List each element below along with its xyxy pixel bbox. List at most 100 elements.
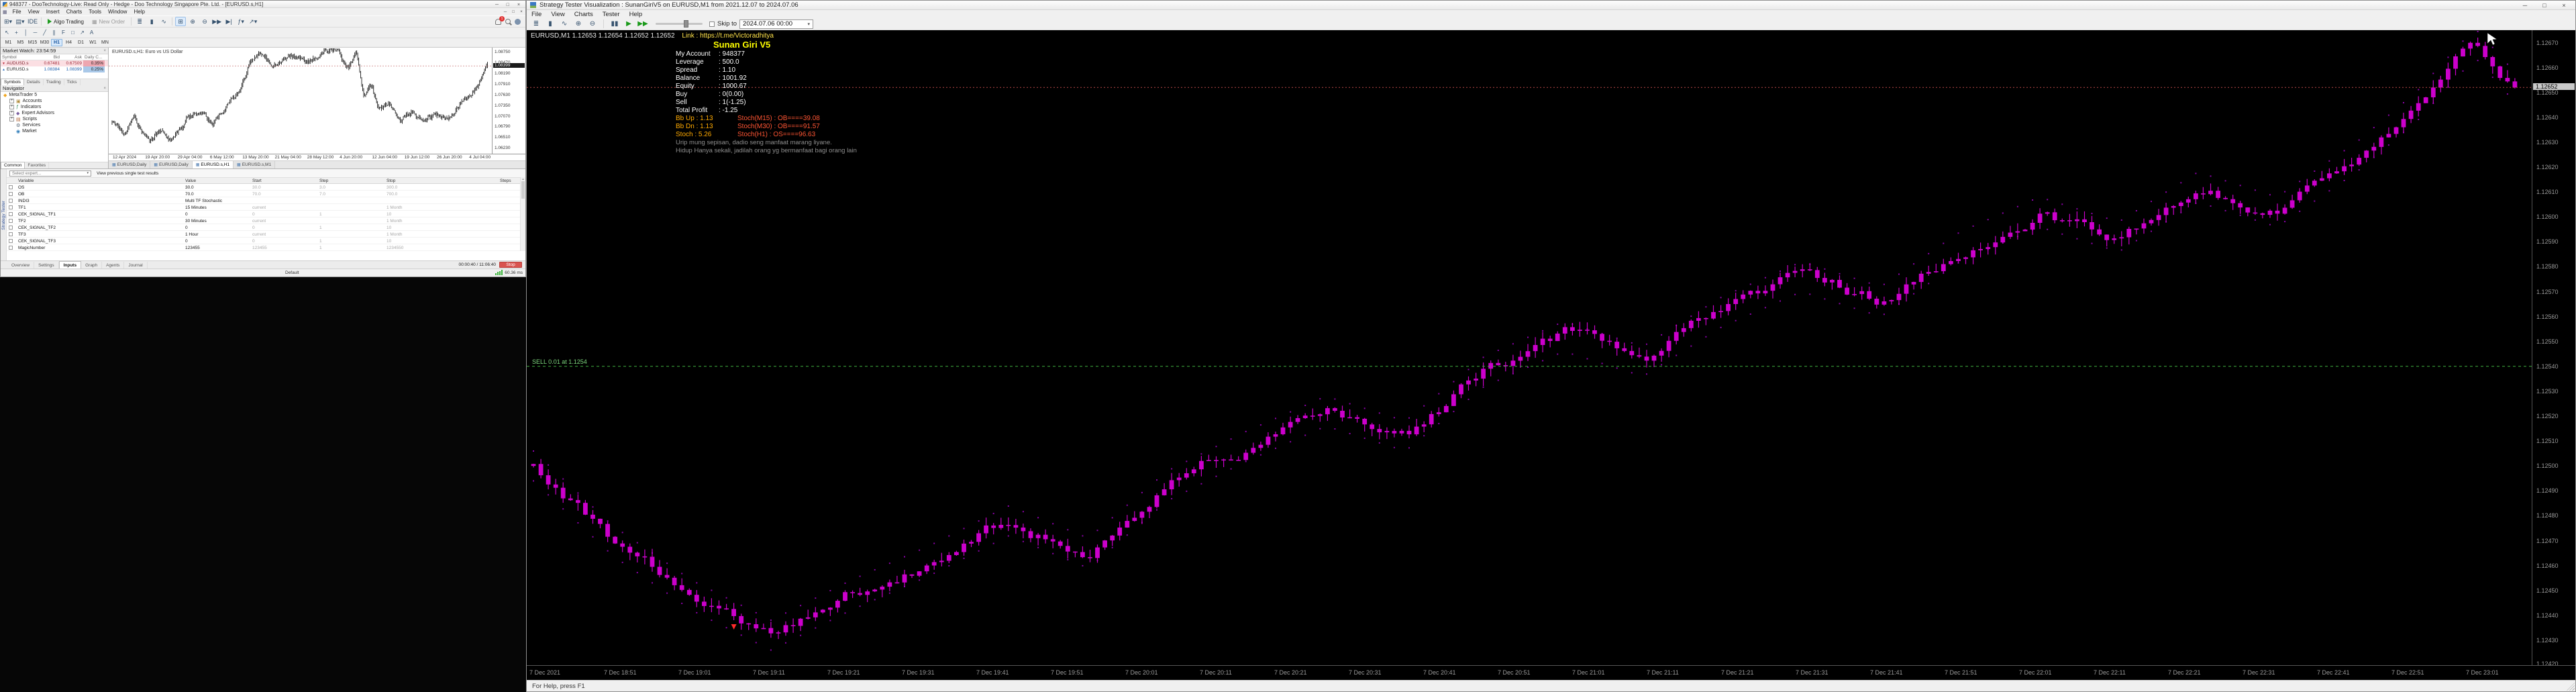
nav-tab-common[interactable]: Common bbox=[1, 162, 25, 168]
menu-insert[interactable]: Insert bbox=[43, 9, 63, 15]
timeframe-d1[interactable]: D1 bbox=[75, 39, 87, 46]
tester-tab-overview[interactable]: Overview bbox=[7, 261, 35, 269]
minimize-button[interactable]: ─ bbox=[2517, 2, 2533, 9]
menu-tools[interactable]: Tools bbox=[85, 9, 105, 15]
zoom-in-icon[interactable]: ⊕ bbox=[187, 17, 198, 26]
checkbox[interactable] bbox=[9, 232, 13, 236]
vertical-line-icon[interactable]: │ bbox=[21, 28, 30, 38]
speed-slider[interactable] bbox=[656, 20, 703, 28]
trendline-icon[interactable]: ╱ bbox=[40, 28, 49, 38]
menu-file[interactable]: File bbox=[527, 11, 546, 18]
chart-shift-icon[interactable]: ▶| bbox=[223, 17, 234, 26]
fast-forward-icon[interactable]: ▶▶ bbox=[637, 19, 649, 29]
search-icon[interactable] bbox=[505, 19, 511, 24]
menu-file[interactable]: File bbox=[9, 9, 25, 15]
price-axis[interactable]: 1.087501.084701.081901.079101.076301.073… bbox=[492, 48, 525, 154]
nav-item-market[interactable]: ◉ Market bbox=[1, 128, 108, 134]
nav-item-indicators[interactable]: + ƒ Indicators bbox=[1, 104, 108, 110]
horizontal-line-icon[interactable]: ─ bbox=[31, 28, 40, 38]
ide-button[interactable]: IDE bbox=[27, 17, 38, 26]
telegram-link[interactable]: Link : https://t.me/Victoradhitya bbox=[682, 32, 774, 40]
mw-tab-trading[interactable]: Trading bbox=[44, 79, 64, 85]
indicators-icon[interactable]: ƒ▾ bbox=[236, 17, 246, 26]
expand-icon[interactable]: + bbox=[9, 99, 14, 103]
chart-tab-1[interactable]: ▦ EURUSD,Daily bbox=[150, 161, 193, 168]
menu-window[interactable]: Window bbox=[105, 9, 130, 15]
chart-candles-icon[interactable]: ▮ bbox=[146, 17, 157, 26]
mw-tab-details[interactable]: Details bbox=[24, 79, 44, 85]
child-restore-button[interactable]: □ bbox=[509, 10, 517, 14]
checkbox[interactable] bbox=[9, 211, 13, 216]
nav-root-item[interactable]: ◆ MetaTrader 5 bbox=[1, 92, 108, 98]
mw-tab-ticks[interactable]: Ticks bbox=[64, 79, 81, 85]
expert-select[interactable]: Select expert... ▾ bbox=[9, 170, 91, 177]
checkbox[interactable] bbox=[9, 198, 13, 203]
zoom-in-icon[interactable]: ⊕ bbox=[572, 19, 584, 29]
tester-tab-journal[interactable]: Journal bbox=[124, 261, 148, 269]
nav-tab-favorites[interactable]: Favorites bbox=[25, 162, 50, 168]
stop-button[interactable]: Stop bbox=[499, 262, 522, 268]
price-axis[interactable]: 1.12670 1.12660 1.12650 1.12640 1.12630 1.126… bbox=[2532, 30, 2575, 665]
timeframe-h1[interactable]: H1 bbox=[51, 39, 62, 46]
tester-input-row[interactable]: OB 70.0 70.0 7.0 700.0 bbox=[7, 191, 520, 197]
tester-input-row[interactable]: CEK_SIGNAL_TF1 0 0 1 10 bbox=[7, 211, 520, 217]
fibonacci-icon[interactable]: F bbox=[59, 28, 68, 38]
tester-tab-agents[interactable]: Agents bbox=[102, 261, 125, 269]
checkbox[interactable] bbox=[9, 205, 13, 209]
checkbox[interactable] bbox=[9, 225, 13, 230]
restore-button[interactable]: □ bbox=[2536, 2, 2553, 9]
timeframe-w1[interactable]: W1 bbox=[87, 39, 99, 46]
nav-item-scripts[interactable]: + ▤ Scripts bbox=[1, 116, 108, 122]
timeframe-m1[interactable]: M1 bbox=[3, 39, 14, 46]
new-chart-icon[interactable]: ⊞▾ bbox=[3, 17, 13, 26]
expand-icon[interactable]: + bbox=[9, 117, 14, 121]
tester-tab-graph[interactable]: Graph bbox=[81, 261, 103, 269]
checkbox[interactable] bbox=[9, 185, 13, 189]
chart-bars-icon[interactable]: ≣ bbox=[134, 17, 145, 26]
child-close-button[interactable]: × bbox=[517, 10, 525, 14]
tester-input-row[interactable]: CEK_SIGNAL_TF3 0 0 1 10 bbox=[7, 238, 520, 244]
timeframe-m15[interactable]: M15 bbox=[27, 39, 38, 46]
scrollbar-thumb[interactable] bbox=[521, 181, 525, 199]
zoom-out-icon[interactable]: ⊖ bbox=[586, 19, 599, 29]
timeframe-m30[interactable]: M30 bbox=[39, 39, 50, 46]
chart-tab-3[interactable]: ▦ EURUSD.s,M1 bbox=[234, 161, 276, 168]
mt5-titlebar[interactable]: 948377 - DooTechnology-Live: Read Only -… bbox=[1, 1, 525, 8]
close-icon[interactable]: × bbox=[103, 49, 106, 53]
tile-windows-icon[interactable]: ⊞ bbox=[175, 17, 187, 26]
channel-icon[interactable]: ∥ bbox=[50, 28, 58, 38]
tester-input-row[interactable]: MagicNumber 123455 123455 1 1234550 bbox=[7, 244, 520, 251]
chart-line-icon[interactable]: ∿ bbox=[558, 19, 570, 29]
tester-vertical-tab[interactable]: Strategy Tester bbox=[1, 169, 7, 261]
timeframe-m5[interactable]: M5 bbox=[15, 39, 26, 46]
nav-item-accounts[interactable]: + ▣ Accounts bbox=[1, 98, 108, 104]
checkbox[interactable] bbox=[9, 191, 13, 196]
new-order-button[interactable]: ▦ New Order bbox=[89, 17, 128, 26]
close-button[interactable]: × bbox=[514, 3, 523, 7]
mw-tab-symbols[interactable]: Symbols bbox=[1, 79, 24, 85]
tester-input-row[interactable]: TF2 30 Minutes current 1 Month bbox=[7, 217, 520, 224]
expand-icon[interactable]: + bbox=[9, 111, 14, 115]
text-icon[interactable]: A bbox=[87, 28, 96, 38]
menu-charts[interactable]: Charts bbox=[570, 11, 598, 18]
visualization-chart[interactable]: EURUSD,M1 1.12653 1.12654 1.12652 1.1265… bbox=[527, 30, 2532, 665]
previous-results-link[interactable]: View previous single test results bbox=[97, 171, 158, 176]
menu-view[interactable]: View bbox=[25, 9, 43, 15]
menu-charts[interactable]: Charts bbox=[63, 9, 86, 15]
checkbox[interactable] bbox=[9, 238, 13, 243]
restore-button[interactable]: □ bbox=[503, 3, 513, 7]
tester-input-row[interactable]: OS 30.0 30.0 3.0 300.0 bbox=[7, 184, 520, 191]
zoom-out-icon[interactable]: ⊖ bbox=[199, 17, 210, 26]
objects-icon[interactable]: ↗▾ bbox=[248, 17, 258, 26]
shapes-icon[interactable]: □ bbox=[68, 28, 77, 38]
chart-tab-2[interactable]: ▦ EURUSD.s,H1 bbox=[192, 161, 234, 168]
crosshair-icon[interactable]: + bbox=[12, 28, 21, 38]
algo-trading-button[interactable]: Algo Trading bbox=[44, 17, 87, 26]
pause-icon[interactable]: ▮▮ bbox=[609, 19, 621, 29]
profile-status[interactable]: Default bbox=[285, 270, 299, 275]
menu-help[interactable]: Help bbox=[625, 11, 648, 18]
market-watch-row[interactable]: ▲ EURUSD.s 1.08384 1.08399 0.25% bbox=[1, 66, 108, 72]
profiles-icon[interactable]: ▤▾ bbox=[15, 17, 25, 26]
tester-input-row[interactable]: TF1 15 Minutes current 1 Month bbox=[7, 204, 520, 211]
menu-view[interactable]: View bbox=[546, 11, 569, 18]
